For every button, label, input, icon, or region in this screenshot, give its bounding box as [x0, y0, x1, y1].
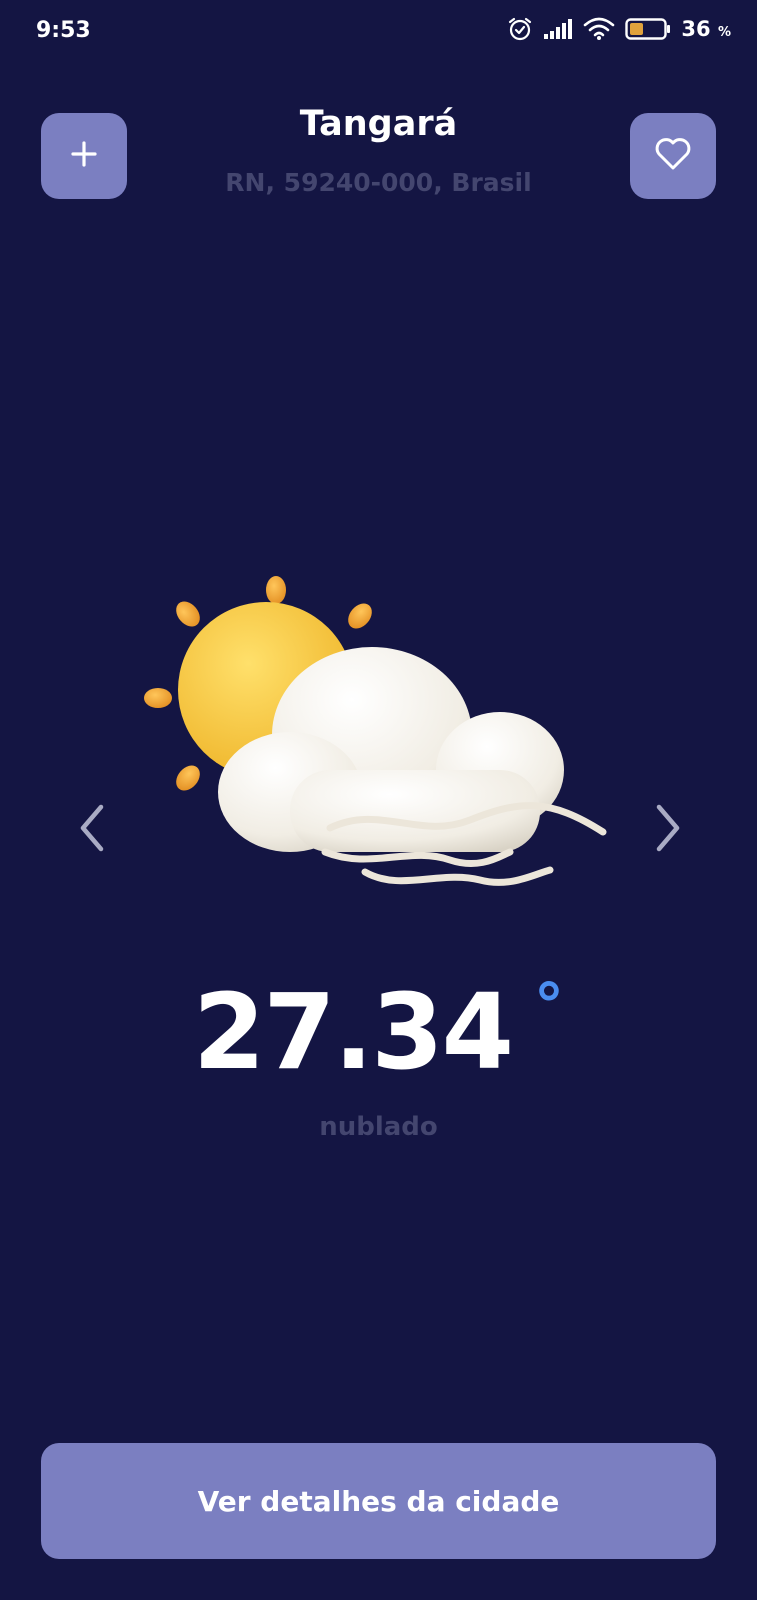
signal-icon [543, 18, 573, 40]
weather-condition: nublado [319, 1112, 438, 1142]
wifi-icon [583, 17, 615, 41]
temperature-value: 27.34 [193, 971, 514, 1093]
alarm-icon [507, 16, 533, 42]
city-details-label: Ver detalhes da cidade [197, 1484, 560, 1518]
sun-cloud-wind-icon [140, 570, 620, 910]
temperature-row: 27.34 ° [0, 971, 757, 1093]
battery-icon [625, 17, 671, 41]
heart-icon [654, 137, 692, 175]
chevron-left-icon [77, 803, 107, 857]
status-icons: 36 % [507, 16, 731, 42]
degree-symbol: ° [533, 971, 564, 1041]
battery-level: 36 % [681, 17, 731, 41]
status-bar: 9:53 36 % [0, 0, 757, 64]
next-city-button[interactable] [648, 800, 688, 860]
previous-city-button[interactable] [72, 800, 112, 860]
favorite-button[interactable] [630, 113, 716, 199]
city-details-button[interactable]: Ver detalhes da cidade [41, 1443, 716, 1559]
chevron-right-icon [653, 803, 683, 857]
status-time: 9:53 [36, 18, 91, 43]
